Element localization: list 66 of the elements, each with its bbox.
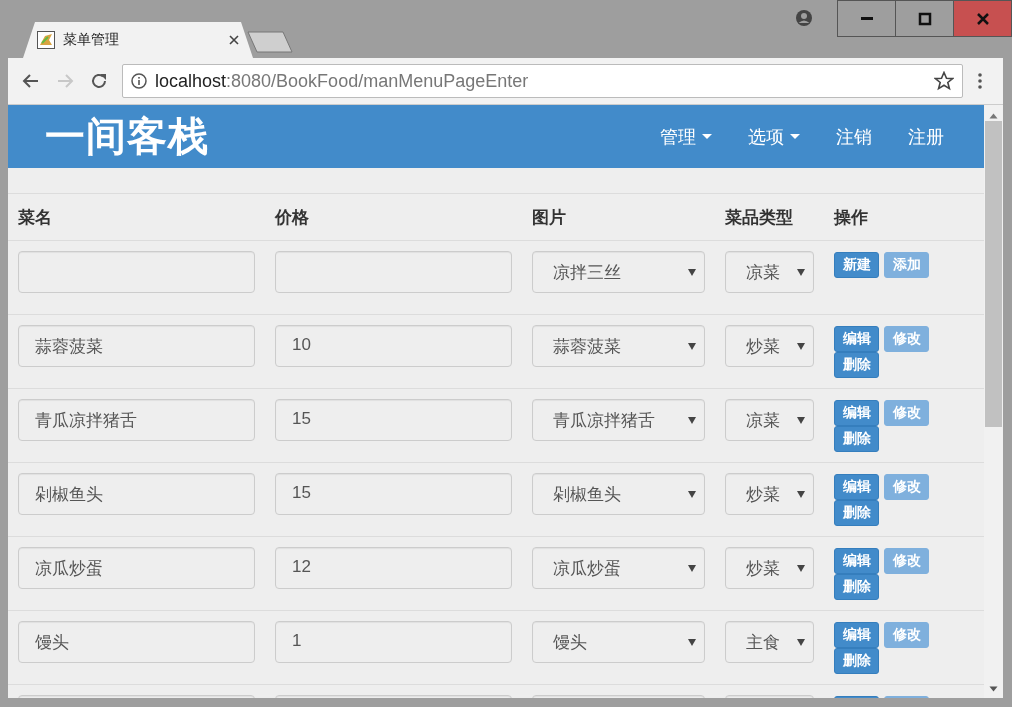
picture-select[interactable]: 凉瓜炒蛋 (532, 547, 705, 589)
new-tab-icon[interactable] (247, 30, 293, 54)
maximize-button[interactable] (895, 0, 954, 37)
star-icon[interactable] (934, 71, 954, 91)
forward-icon (56, 72, 74, 90)
back-icon (22, 72, 40, 90)
name-field[interactable]: 剁椒鱼头 (18, 473, 255, 515)
minimize-icon (860, 17, 873, 20)
column-header: 操作 (834, 207, 868, 227)
picture-select[interactable]: 青瓜凉拌猪舌 (532, 399, 705, 441)
type-select[interactable]: 主食 (725, 621, 814, 663)
action-button[interactable]: 编辑 (834, 622, 879, 648)
nav-link[interactable]: 注销 (818, 124, 890, 149)
action-button[interactable]: 编辑 (834, 474, 879, 500)
close-icon (975, 11, 990, 26)
column-header: 菜品类型 (725, 207, 793, 227)
type-select[interactable]: 凉菜 (725, 251, 814, 293)
action-button[interactable]: 删除 (834, 352, 879, 378)
picture-select[interactable]: 蒜蓉菠菜 (532, 325, 705, 367)
type-select[interactable]: 炒菜 (725, 473, 814, 515)
picture-select[interactable]: 凉拌三丝 (532, 251, 705, 293)
price-field[interactable]: 10 (275, 325, 512, 367)
price-field[interactable]: 15 (275, 399, 512, 441)
menu-icon (978, 73, 982, 89)
reload-icon (90, 72, 108, 90)
url-text: localhost:8080/BookFood/manMenuPageEnter (155, 70, 530, 92)
action-button[interactable]: 删除 (834, 648, 879, 674)
info-icon (131, 73, 147, 89)
name-field[interactable]: 蒜蓉菠菜 (18, 325, 255, 367)
name-field[interactable]: 馒头 (18, 621, 255, 663)
maximize-icon (917, 11, 932, 26)
site-brand[interactable]: 一间客栈 (45, 109, 209, 164)
tab-title: 菜单管理 (63, 31, 120, 49)
nav-link[interactable]: 注册 (890, 124, 962, 149)
favicon-icon (37, 31, 55, 49)
column-header: 菜名 (18, 207, 52, 227)
scroll-up-icon (989, 113, 998, 119)
price-field[interactable]: 15 (275, 473, 512, 515)
action-button[interactable]: 编辑 (834, 400, 879, 426)
name-field[interactable]: 凉瓜炒蛋 (18, 547, 255, 589)
price-field[interactable] (275, 251, 512, 293)
column-header: 价格 (275, 207, 309, 227)
nav-dropdown[interactable]: 选项 (730, 124, 818, 149)
browser-tab[interactable]: 菜单管理 (23, 22, 253, 58)
scroll-down-icon (989, 686, 998, 692)
action-button[interactable]: 新建 (834, 252, 879, 278)
profile-icon[interactable] (795, 9, 813, 27)
action-button[interactable]: 编辑 (834, 548, 879, 574)
action-button[interactable]: 删除 (834, 574, 879, 600)
type-select[interactable]: 凉菜 (725, 399, 814, 441)
close-icon[interactable] (229, 35, 239, 45)
price-field[interactable]: 1 (275, 621, 512, 663)
picture-select[interactable]: 剁椒鱼头 (532, 473, 705, 515)
type-select[interactable]: 炒菜 (725, 547, 814, 589)
column-header: 图片 (532, 207, 566, 227)
action-button[interactable]: 删除 (834, 500, 879, 526)
name-field[interactable]: 青瓜凉拌猪舌 (18, 399, 255, 441)
type-select[interactable]: 炒菜 (725, 325, 814, 367)
picture-select[interactable]: 馒头 (532, 621, 705, 663)
action-button[interactable]: 删除 (834, 426, 879, 452)
close-button[interactable] (953, 0, 1012, 37)
name-field[interactable] (18, 251, 255, 293)
nav-dropdown[interactable]: 管理 (642, 124, 730, 149)
price-field[interactable]: 12 (275, 547, 512, 589)
action-button[interactable]: 编辑 (834, 326, 879, 352)
address-bar[interactable]: localhost:8080/BookFood/manMenuPageEnter (122, 64, 963, 98)
